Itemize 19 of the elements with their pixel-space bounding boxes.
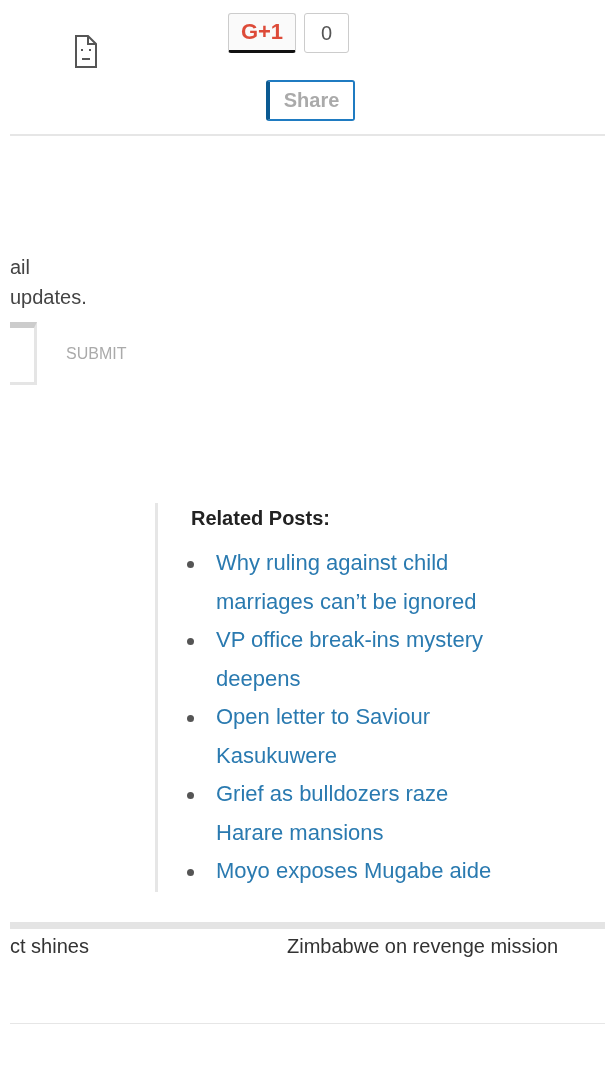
email-field[interactable]: [10, 322, 37, 385]
related-posts-title: Related Posts:: [191, 506, 331, 530]
related-post-link[interactable]: Open letter to Saviour Kasukuwere: [216, 698, 516, 775]
previous-post-link[interactable]: ct shines: [10, 935, 287, 1023]
google-plus-button[interactable]: G+1: [228, 13, 296, 53]
next-post-link[interactable]: Zimbabwe on revenge mission: [287, 935, 559, 1023]
bullet-icon: [187, 715, 194, 722]
share-count: 0: [304, 13, 349, 53]
related-post-link[interactable]: VP office break-ins mystery deepens: [216, 621, 516, 698]
subscribe-text: ail: [10, 255, 31, 280]
broken-image-icon: [75, 35, 97, 68]
bullet-icon: [187, 561, 194, 568]
subscribe-text: updates.: [10, 285, 88, 310]
bullet-icon: [187, 869, 194, 876]
related-post-link[interactable]: Grief as bulldozers raze Harare mansions: [216, 775, 516, 852]
bullet-icon: [187, 792, 194, 799]
related-post-link[interactable]: Why ruling against child marriages can’t be ignored: [216, 544, 516, 621]
bullet-icon: [187, 638, 194, 645]
related-post-link[interactable]: Moyo exposes Mugabe aide: [216, 852, 492, 891]
